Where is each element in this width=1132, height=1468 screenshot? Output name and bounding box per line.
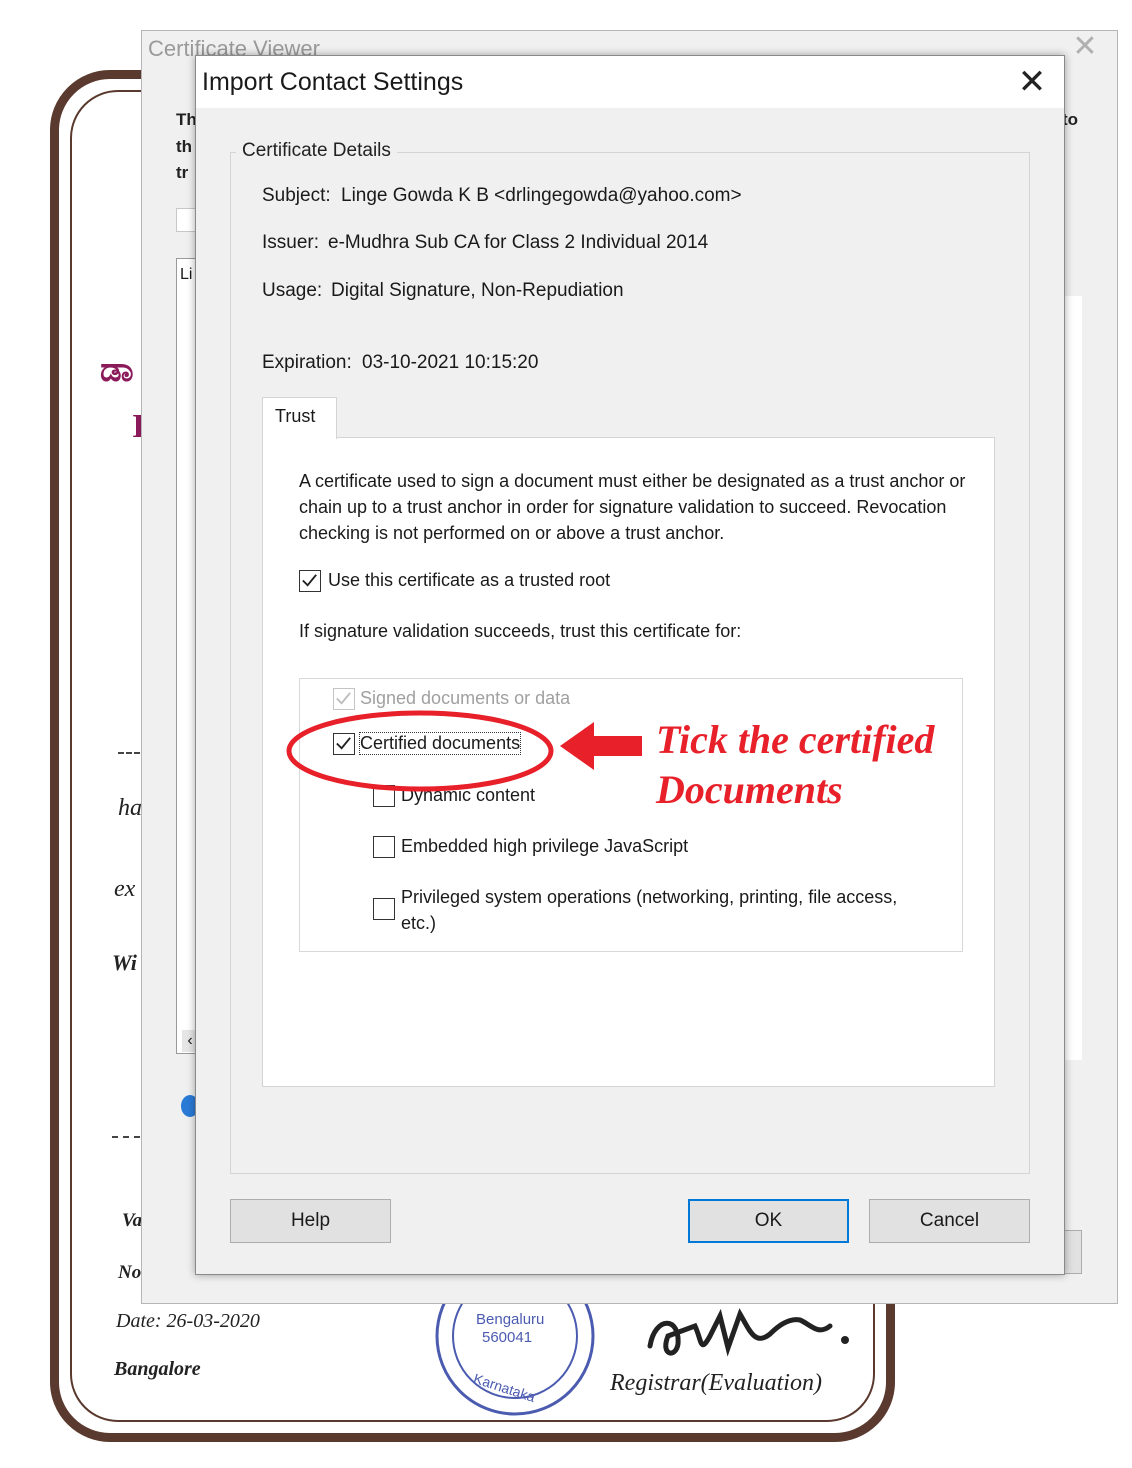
checkmark-icon — [302, 574, 317, 587]
privileged-operations-label: Privileged system operations (networking… — [401, 887, 898, 907]
certificate-viewer-close-icon[interactable]: ✕ — [1070, 32, 1100, 62]
expiration-value: 03-10-2021 10:15:20 — [362, 352, 539, 373]
doc-text-fragment: No — [118, 1262, 142, 1283]
expiration-label: Expiration: — [262, 352, 352, 373]
doc-text-fragment: Va — [122, 1210, 143, 1231]
viewer-text-fragment: Th — [176, 110, 197, 129]
svg-text:Bengaluru: Bengaluru — [476, 1311, 544, 1328]
tab-trust[interactable]: Trust — [262, 397, 337, 439]
viewer-list-fragment: Li — [180, 266, 193, 283]
trusted-root-checkbox[interactable] — [299, 570, 321, 592]
document-place: Bangalore — [114, 1358, 201, 1380]
issuer-value: e-Mudhra Sub CA for Class 2 Individual 2… — [328, 232, 709, 253]
kannada-heading-fragment: ಡಾ — [100, 352, 134, 389]
dialog-close-icon[interactable]: ✕ — [1012, 62, 1052, 102]
signature-title: Registrar(Evaluation) — [610, 1370, 822, 1396]
privileged-operations-label-cont: etc.) — [401, 913, 437, 933]
certificate-details-legend: Certificate Details — [236, 140, 397, 162]
arrow-left-icon — [560, 722, 642, 770]
trust-description: A certificate used to sign a document mu… — [299, 471, 966, 543]
usage-label: Usage: — [262, 280, 323, 301]
dashed-line — [112, 1136, 140, 1138]
usage-value: Digital Signature, Non-Repudiation — [331, 280, 624, 301]
annotation-line-1: Tick the certified — [656, 717, 935, 762]
doc-text-fragment: ha — [118, 795, 142, 821]
svg-text:560041: 560041 — [482, 1329, 532, 1346]
ok-button[interactable]: OK — [688, 1199, 849, 1243]
viewer-text-fragment: th — [176, 137, 193, 156]
svg-text:Karnataka: Karnataka — [472, 1370, 538, 1405]
signature-image — [647, 1308, 849, 1357]
viewer-text-fragment: tr — [176, 163, 189, 182]
privileged-operations-checkbox[interactable] — [373, 898, 395, 920]
annotation-line-2: Documents — [656, 767, 843, 812]
trusted-root-label: Use this certificate as a trusted root — [328, 570, 611, 590]
embedded-javascript-checkbox[interactable] — [373, 836, 395, 858]
subject-label: Subject: — [262, 185, 331, 206]
viewer-right-panel — [1064, 296, 1082, 1060]
document-date: Date: 26-03-2020 — [116, 1310, 260, 1332]
subject-value: Linge Gowda K B <drlingegowda@yahoo.com> — [341, 185, 742, 206]
doc-text-fragment: ex — [114, 876, 136, 902]
viewer-checkbox[interactable] — [176, 208, 196, 232]
issuer-label: Issuer: — [262, 232, 320, 253]
trust-for-label: If signature validation succeeds, trust … — [299, 621, 742, 641]
viewer-button-fragment[interactable] — [1064, 1230, 1082, 1274]
doc-text-fragment: Wi — [112, 950, 137, 975]
help-button[interactable]: Help — [230, 1199, 391, 1243]
university-seal-icon: Bengaluru 560041 Karnataka — [435, 1296, 595, 1416]
dialog-title: Import Contact Settings — [202, 68, 464, 96]
highlight-ellipse-annotation — [286, 710, 554, 792]
embedded-javascript-label: Embedded high privilege JavaScript — [401, 836, 689, 856]
cancel-button[interactable]: Cancel — [869, 1199, 1030, 1243]
dashed-line — [118, 752, 140, 754]
